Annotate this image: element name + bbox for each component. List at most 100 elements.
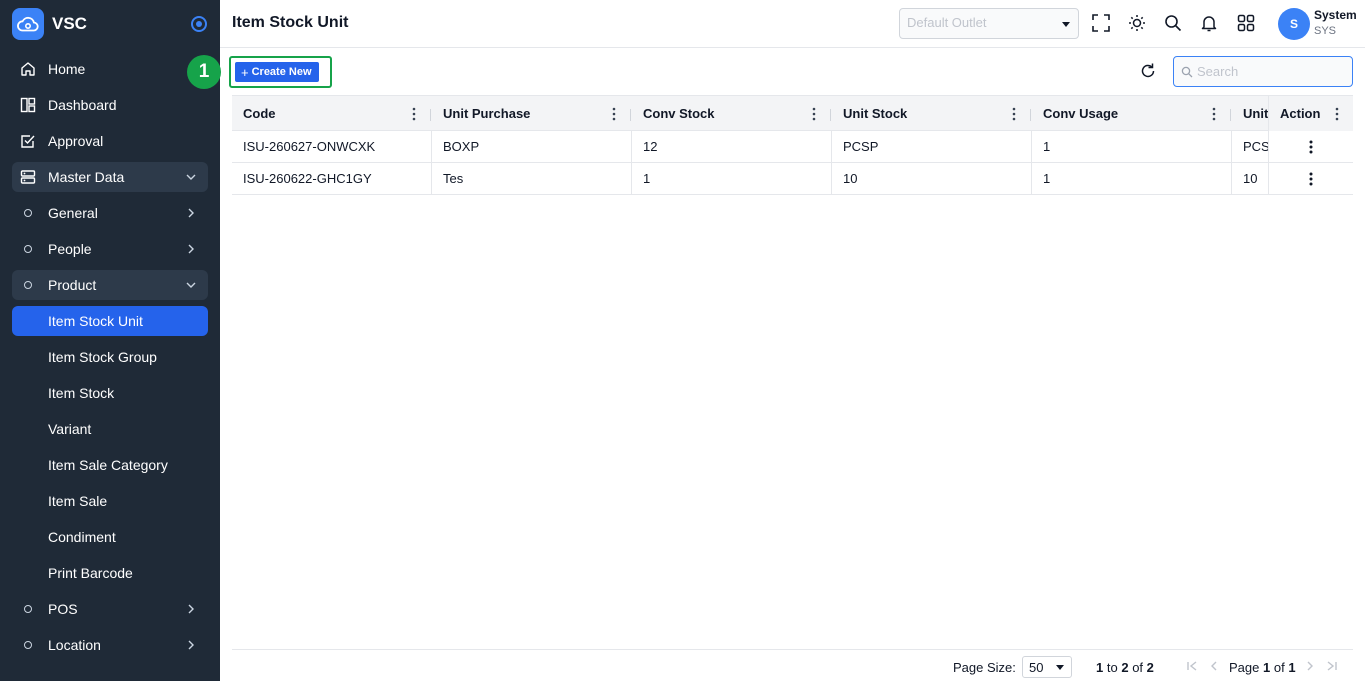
- sidebar-item-item-stock-group[interactable]: Item Stock Group: [12, 342, 208, 372]
- check-square-icon: [20, 133, 36, 149]
- next-page-icon[interactable]: [1303, 659, 1317, 673]
- outlet-select[interactable]: Default Outlet: [899, 8, 1079, 39]
- column-menu-icon[interactable]: [1012, 107, 1016, 121]
- sidebar-item-pos[interactable]: POS: [12, 594, 208, 624]
- sidebar-item-product[interactable]: Product: [12, 270, 208, 300]
- cell-conv-stock: 1: [632, 163, 832, 194]
- cell-unit-purchase: BOXP: [432, 131, 632, 162]
- brand-name: VSC: [52, 14, 87, 33]
- circle-icon: [20, 637, 36, 653]
- sidebar-item-general[interactable]: General: [12, 198, 208, 228]
- column-header-label: Unit Purchase: [443, 106, 531, 121]
- sidebar-item-label: General: [48, 205, 98, 221]
- sidebar-item-variant[interactable]: Variant: [12, 414, 208, 444]
- create-new-button[interactable]: + Create New: [235, 62, 319, 82]
- sun-icon[interactable]: [1127, 13, 1147, 33]
- cell-conv-stock: 12: [632, 131, 832, 162]
- sidebar-item-label: Item Stock Group: [48, 349, 157, 365]
- column-header-label: Action: [1280, 106, 1321, 121]
- caret-down-icon: [1062, 22, 1070, 27]
- column-header-code[interactable]: Code: [232, 96, 432, 131]
- sidebar-item-label: Location: [48, 637, 101, 653]
- column-menu-icon[interactable]: [1335, 107, 1339, 121]
- column-header-label: Unit: [1243, 106, 1269, 121]
- cell-conv-usage: 1: [1032, 163, 1232, 194]
- column-menu-icon[interactable]: [812, 107, 816, 121]
- table-header: Code Unit Purchase Conv Stock Unit Stock…: [232, 95, 1353, 131]
- sidebar-item-item-stock-unit[interactable]: Item Stock Unit: [12, 306, 208, 336]
- column-header-label: Code: [243, 106, 276, 121]
- server-icon: [20, 169, 36, 185]
- page-size-label: Page Size:: [953, 660, 1016, 675]
- sidebar-item-label: People: [48, 241, 92, 257]
- range-to-word: to: [1106, 660, 1118, 675]
- sidebar-item-label: Master Data: [48, 169, 125, 185]
- sidebar-item-dashboard[interactable]: Dashboard: [12, 90, 208, 120]
- table-row[interactable]: ISU-260622-GHC1GY Tes 1 10 1 10: [232, 163, 1353, 195]
- avatar[interactable]: S: [1278, 8, 1310, 40]
- previous-page-icon[interactable]: [1207, 659, 1221, 673]
- column-header-unit-purchase[interactable]: Unit Purchase: [432, 96, 632, 131]
- sidebar-item-label: Home: [48, 61, 86, 77]
- sidebar-item-item-sale[interactable]: Item Sale: [12, 486, 208, 516]
- sidebar: VSC Home Dashboard Approval Master Data …: [0, 0, 220, 681]
- sidebar-item-location[interactable]: Location: [12, 630, 208, 660]
- brand: VSC: [0, 0, 220, 48]
- user-code: SYS: [1314, 25, 1337, 37]
- chevron-down-icon: [186, 282, 196, 288]
- user-name: System: [1314, 8, 1357, 22]
- chevron-right-icon: [188, 244, 194, 254]
- page-size-value: 50: [1029, 660, 1044, 675]
- column-header-label: Conv Stock: [643, 106, 715, 121]
- first-page-icon[interactable]: [1185, 659, 1199, 673]
- fullscreen-icon[interactable]: [1091, 13, 1111, 33]
- chevron-right-icon: [188, 640, 194, 650]
- page-of-word: of: [1273, 660, 1285, 675]
- cell-conv-usage: 1: [1032, 131, 1232, 162]
- sidebar-item-label: POS: [48, 601, 78, 617]
- sidebar-item-label: Condiment: [48, 529, 116, 545]
- sidebar-toggle-icon[interactable]: [191, 16, 207, 32]
- refresh-icon[interactable]: [1139, 62, 1157, 80]
- sidebar-item-label: Dashboard: [48, 97, 117, 113]
- sidebar-item-item-stock[interactable]: Item Stock: [12, 378, 208, 408]
- sidebar-item-home[interactable]: Home: [12, 54, 208, 84]
- sidebar-item-master-data[interactable]: Master Data: [12, 162, 208, 192]
- last-page-icon[interactable]: [1325, 659, 1339, 673]
- column-header-unit-stock[interactable]: Unit Stock: [832, 96, 1032, 131]
- sidebar-item-people[interactable]: People: [12, 234, 208, 264]
- chevron-down-icon: [186, 174, 196, 180]
- top-header: Item Stock Unit Default Outlet S System …: [220, 0, 1365, 48]
- home-icon: [20, 61, 36, 77]
- bell-icon[interactable]: [1199, 13, 1219, 33]
- table-row[interactable]: ISU-260627-ONWCXK BOXP 12 PCSP 1 PCS: [232, 131, 1353, 163]
- page-current: 1: [1263, 660, 1271, 675]
- row-range: 1 to 2 of 2: [1096, 660, 1154, 675]
- sidebar-item-condiment[interactable]: Condiment: [12, 522, 208, 552]
- column-menu-icon[interactable]: [412, 107, 416, 121]
- row-action-cell: [1268, 131, 1353, 162]
- search-icon: [1181, 66, 1193, 78]
- column-menu-icon[interactable]: [1212, 107, 1216, 121]
- sidebar-item-print-barcode[interactable]: Print Barcode: [12, 558, 208, 588]
- caret-down-icon: [1056, 665, 1064, 670]
- column-menu-icon[interactable]: [612, 107, 616, 121]
- search-box[interactable]: [1173, 56, 1353, 87]
- sidebar-item-approval[interactable]: Approval: [12, 126, 208, 156]
- page-total: 1: [1288, 660, 1296, 675]
- chevron-right-icon: [188, 208, 194, 218]
- more-vertical-icon[interactable]: [1309, 140, 1313, 154]
- page-size-select[interactable]: 50: [1022, 656, 1072, 678]
- search-input[interactable]: [1197, 64, 1347, 79]
- column-header-conv-stock[interactable]: Conv Stock: [632, 96, 832, 131]
- range-to: 2: [1121, 660, 1129, 675]
- column-header-label: Unit Stock: [843, 106, 908, 121]
- search-icon[interactable]: [1163, 13, 1183, 33]
- apps-grid-icon[interactable]: [1236, 13, 1256, 33]
- sidebar-item-item-sale-category[interactable]: Item Sale Category: [12, 450, 208, 480]
- column-header-conv-usage[interactable]: Conv Usage: [1032, 96, 1232, 131]
- circle-icon: [20, 277, 36, 293]
- sidebar-item-label: Item Stock Unit: [48, 313, 143, 329]
- more-vertical-icon[interactable]: [1309, 172, 1313, 186]
- cloud-logo-icon: [12, 8, 44, 40]
